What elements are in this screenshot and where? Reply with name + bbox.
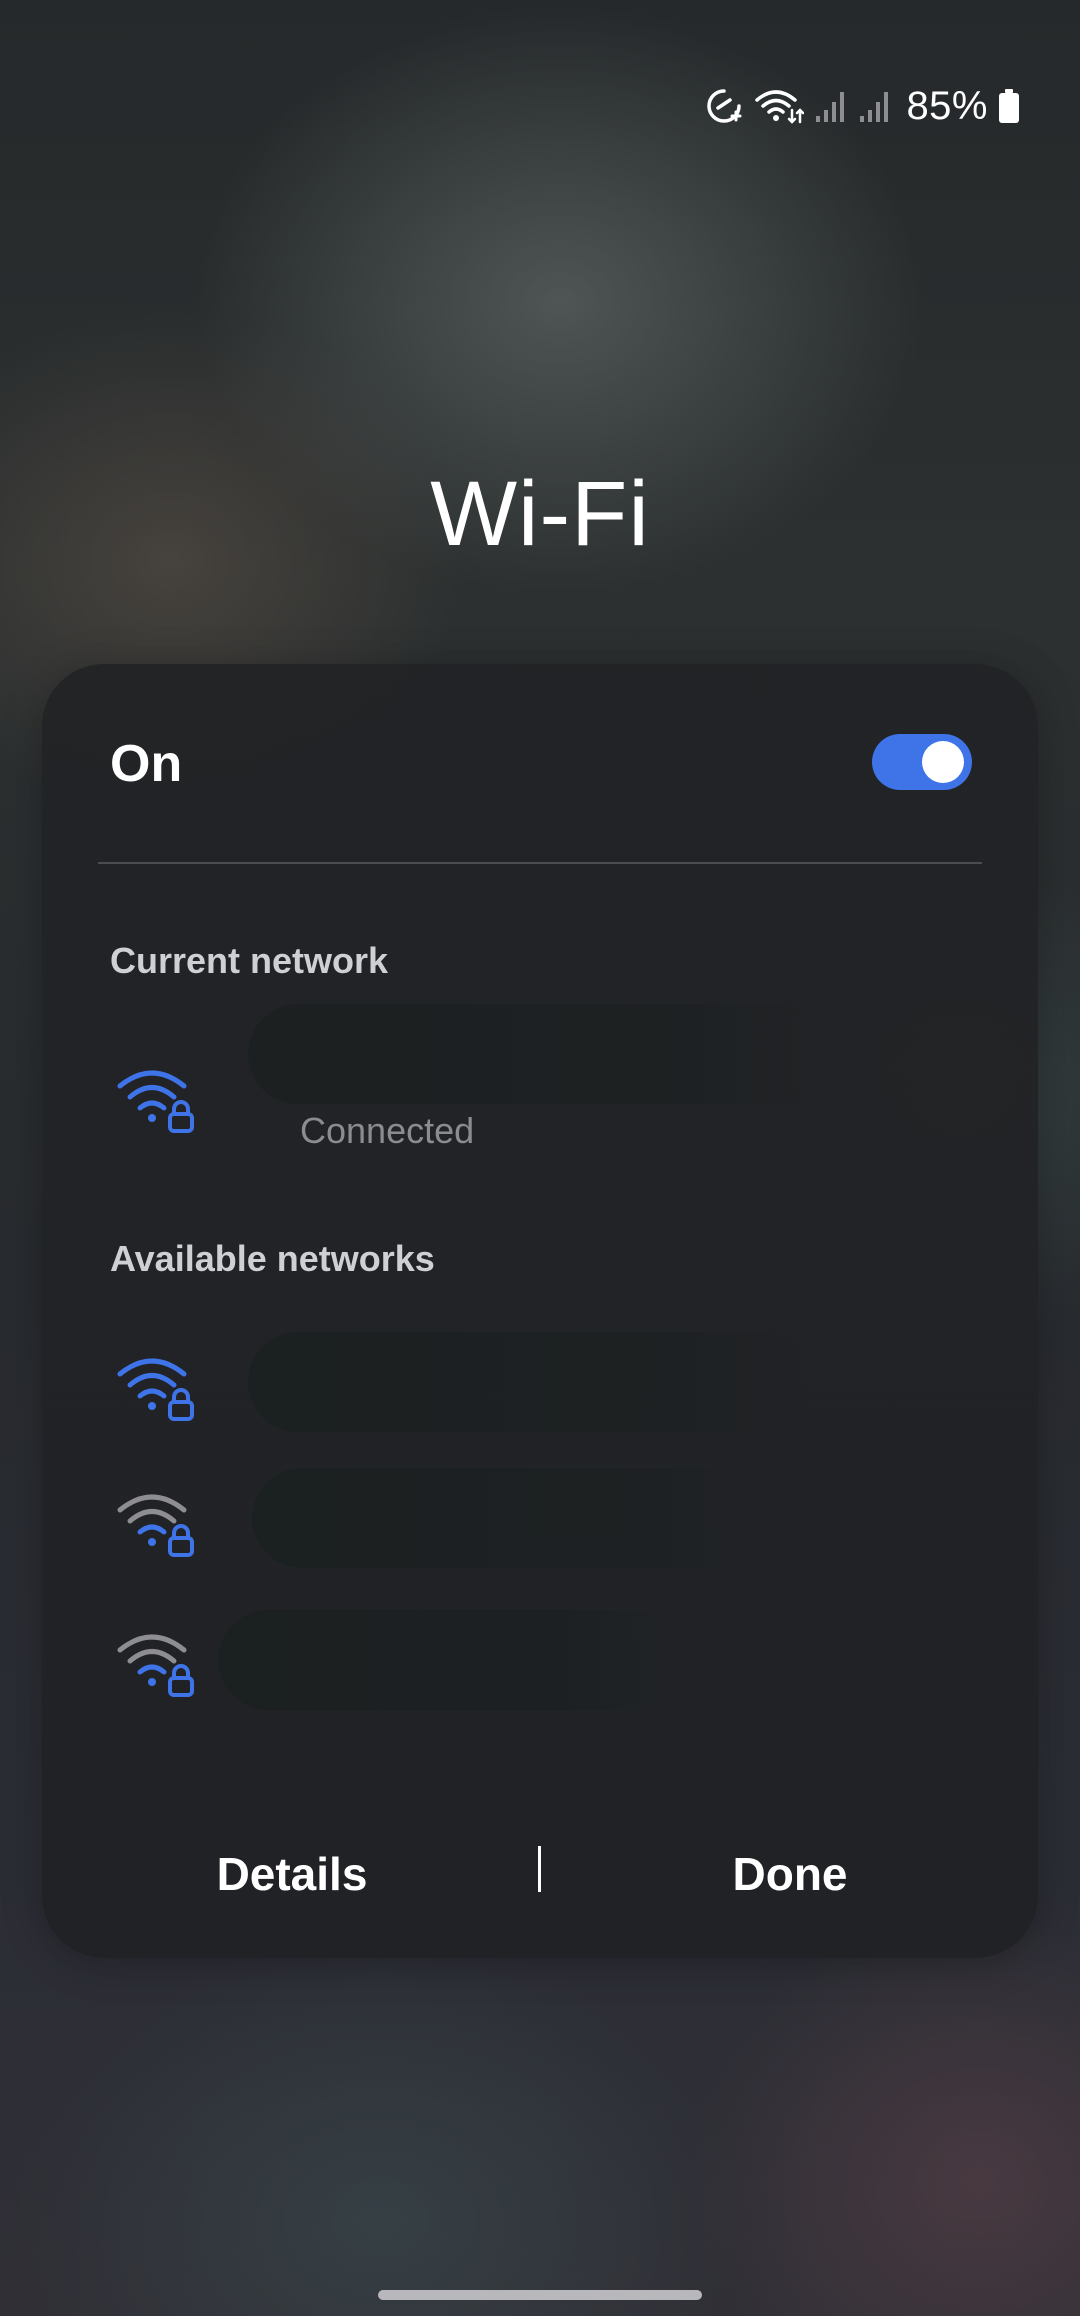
current-network-row[interactable]: Connected — [42, 1004, 1038, 1174]
wifi-secure-icon — [117, 1634, 194, 1697]
available-network-row[interactable] — [42, 1464, 1038, 1574]
signal-icon-sim2 — [858, 88, 892, 124]
network-name — [248, 1004, 838, 1104]
toggle-knob — [922, 741, 964, 783]
available-network-row[interactable] — [42, 1332, 1038, 1442]
page-title: Wi-Fi — [430, 463, 650, 565]
status-bar: 85% — [704, 78, 1020, 134]
wifi-secure-icon — [117, 1070, 194, 1133]
current-network-header: Current network — [110, 940, 389, 981]
network-name — [218, 1610, 698, 1710]
available-network-row[interactable] — [42, 1604, 1038, 1714]
battery-percent: 85% — [906, 83, 988, 128]
wifi-activity-icon — [754, 86, 805, 126]
network-name — [252, 1468, 772, 1568]
wifi-toggle-switch[interactable] — [872, 734, 972, 790]
toggle-label: On — [110, 735, 183, 793]
signal-icon-sim1 — [814, 88, 848, 124]
available-networks-header: Available networks — [110, 1238, 435, 1279]
data-saver-icon — [704, 86, 744, 126]
home-indicator[interactable] — [378, 2290, 702, 2300]
divider — [98, 862, 982, 864]
network-name — [248, 1332, 808, 1432]
panel-footer: Details Done — [42, 1824, 1038, 1924]
network-status: Connected — [300, 1110, 475, 1151]
wifi-panel: On Current network Connected Available n… — [42, 664, 1038, 1958]
wifi-secure-icon — [117, 1358, 194, 1421]
wifi-secure-icon — [117, 1494, 194, 1557]
done-button[interactable]: Done — [620, 1824, 960, 1924]
wifi-toggle-row[interactable]: On — [42, 664, 1038, 864]
details-button[interactable]: Details — [122, 1824, 462, 1924]
footer-divider — [538, 1846, 541, 1892]
battery-icon — [998, 88, 1020, 124]
